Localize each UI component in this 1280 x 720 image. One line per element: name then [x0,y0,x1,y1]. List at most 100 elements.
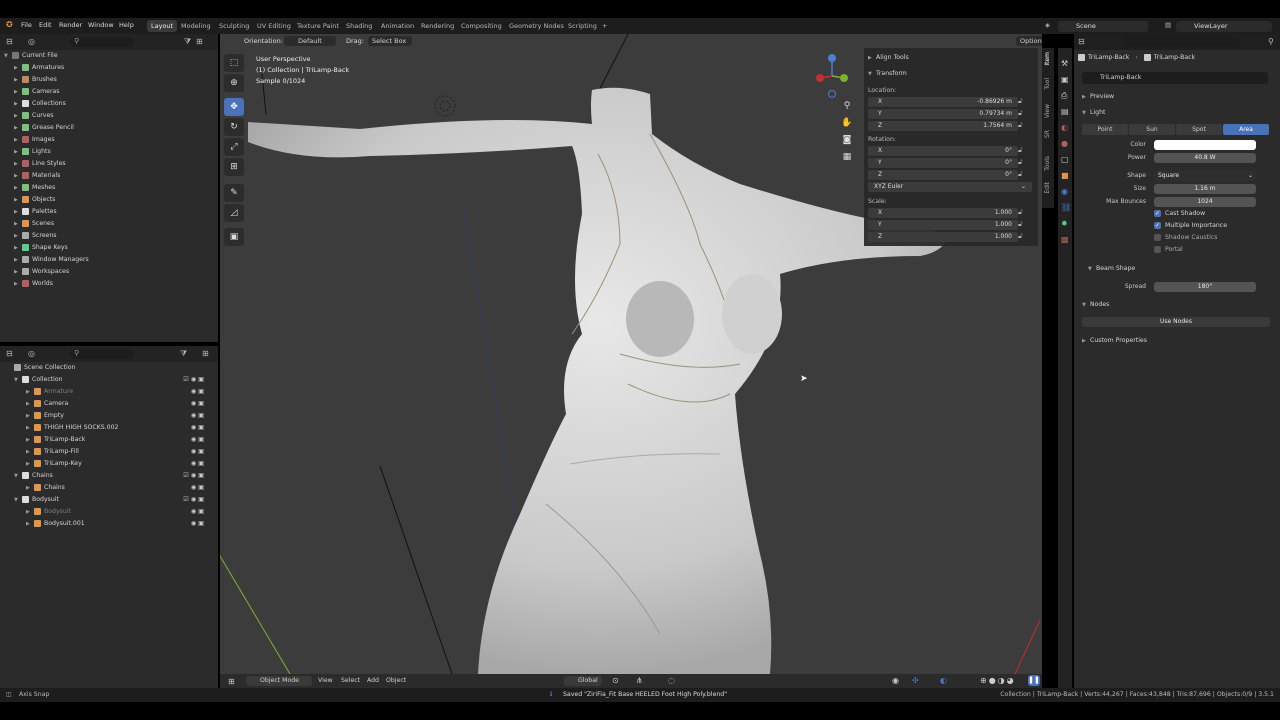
loc-z-field[interactable]: Z 1.7564 m [868,121,1018,131]
collection-properties-icon[interactable]: ▢ [1061,152,1071,168]
tab-shading[interactable]: Shading [342,20,376,32]
size-field[interactable]: 1.16 m [1154,184,1256,194]
outliner-item-screens[interactable]: ▶ Screens [14,230,57,242]
rotate-tool-icon[interactable]: ↻ [224,118,244,136]
expand-icon[interactable]: ▶ [14,278,22,290]
light-data-name-field[interactable]: TriLamp-Back [1082,72,1268,84]
options-dropdown[interactable]: Options [1016,36,1042,46]
outliner-item-worlds[interactable]: ▶ Worlds [14,278,53,290]
expand-icon[interactable]: ▶ [14,134,22,146]
outliner-row-thigh-high-socks-002[interactable]: ▶ THIGH HIGH SOCKS.002 ◉ ▣ [26,422,204,434]
visibility-toggles[interactable]: ◉ ▣ [191,506,204,518]
expand-icon[interactable]: ▶ [14,86,22,98]
power-field[interactable]: 40.8 W [1154,153,1256,163]
preview-panel-header[interactable]: ▶ Preview [1082,91,1114,103]
outliner-row-trilamp-back[interactable]: ▶ TriLamp-Back ◉ ▣ [26,434,204,446]
expand-icon[interactable]: ▶ [26,518,34,530]
outliner-row-camera[interactable]: ▶ Camera ◉ ▣ [26,398,204,410]
outliner-item-collections[interactable]: ▶ Collections [14,98,66,110]
outliner-item-shape-keys[interactable]: ▶ Shape Keys [14,242,68,254]
filter-icon[interactable]: ⧩ [184,37,191,47]
annotate-tool-icon[interactable]: ✎ [224,184,244,202]
overlay-toggle-icon[interactable]: ◐ [940,676,947,685]
visibility-toggles[interactable]: ◉ ▣ [191,386,204,398]
cursor-tool-icon[interactable]: ⊕ [224,74,244,92]
scale-y-field[interactable]: Y 1.000 [868,220,1018,230]
scene-properties-icon[interactable]: ◐ [1061,120,1071,136]
editor-type-icon[interactable]: ⊞ [228,677,235,686]
nodes-panel-header[interactable]: ▼ Nodes [1082,299,1109,311]
expand-icon[interactable]: ▶ [26,434,34,446]
tab-geometry-nodes[interactable]: Geometry Nodes [505,20,568,32]
gizmo-toggle-icon[interactable]: ✣ [912,676,919,685]
scale-z-field[interactable]: Z 1.000 [868,232,1018,242]
add-workspace-button[interactable]: + [598,20,611,32]
proportional-editing-icon[interactable]: ◌ [668,676,675,685]
view-layer-properties-icon[interactable]: ▤ [1061,104,1071,120]
move-tool-icon[interactable]: ✥ [224,98,244,116]
menu-file[interactable]: File [21,21,32,29]
menu-help[interactable]: Help [119,21,134,29]
outliner-item-meshes[interactable]: ▶ Meshes [14,182,55,194]
new-collection-icon[interactable]: ⊞ [202,349,209,358]
expand-icon[interactable]: ▶ [26,386,34,398]
rot-z-field[interactable]: Z 0° [868,170,1018,180]
use-nodes-button[interactable]: Use Nodes [1082,317,1270,327]
menu-add[interactable]: Add [367,677,379,684]
output-properties-icon[interactable]: ⎙ [1061,88,1071,104]
outliner-row-chains[interactable]: ▼ Chains ☑ ◉ ▣ [14,470,204,482]
outliner-item-lights[interactable]: ▶ Lights [14,146,51,158]
drag-dropdown[interactable]: Select Box [368,36,412,46]
outliner-row-bodysuit-001[interactable]: ▶ Bodysuit.001 ◉ ▣ [26,518,204,530]
outliner-item-objects[interactable]: ▶ Objects [14,194,55,206]
menu-render[interactable]: Render [59,21,82,29]
tab-modeling[interactable]: Modeling [177,20,215,32]
outliner-root-current-file[interactable]: ▼ Current File [4,50,58,62]
light-type-area-button[interactable]: Area [1223,124,1269,135]
expand-icon[interactable]: ▶ [14,146,22,158]
light-panel-header[interactable]: ▼ Light [1082,107,1105,119]
blender-logo-icon[interactable]: ✪ [6,20,13,29]
rotation-mode-dropdown[interactable]: XYZ Euler ⌄ [868,182,1032,192]
outliner-row-trilamp-fill[interactable]: ▶ TriLamp-Fill ◉ ▣ [26,446,204,458]
outliner-row-collection[interactable]: ▼ Collection ☑ ◉ ▣ [14,374,204,386]
expand-icon[interactable]: ▶ [14,170,22,182]
menu-edit[interactable]: Edit [39,21,52,29]
tab-uv-editing[interactable]: UV Editing [253,20,295,32]
cast-shadow-checkbox[interactable]: ✓ Cast Shadow [1154,208,1205,220]
max-bounces-field[interactable]: 1024 [1154,197,1256,207]
loc-y-field[interactable]: Y 0.79734 m [868,109,1018,119]
shading-modes[interactable]: ⊕●◑◕ [980,676,1016,685]
outliner-item-line-styles[interactable]: ▶ Line Styles [14,158,66,170]
visibility-toggles[interactable]: ◉ ▣ [191,398,204,410]
beam-shape-subpanel-header[interactable]: ▼ Beam Shape [1088,263,1135,275]
select-box-tool-icon[interactable]: ⬚ [224,54,244,72]
n-tab-sr[interactable]: SR [1044,130,1051,138]
expand-icon[interactable]: ▶ [14,74,22,86]
n-tab-tools[interactable]: Tools [1044,156,1051,171]
scene-collection-row[interactable]: Scene Collection [14,362,75,374]
camera-view-icon[interactable]: ◙ [840,132,854,149]
visibility-toggles[interactable]: ☑ ◉ ▣ [183,374,204,386]
expand-icon[interactable]: ▶ [14,230,22,242]
lock-icon[interactable]: 🔓︎ [1018,220,1023,229]
light-type-spot-button[interactable]: Spot [1176,124,1222,135]
outliner-item-grease-pencil[interactable]: ▶ Grease Pencil [14,122,74,134]
expand-icon[interactable]: ▶ [14,122,22,134]
expand-icon[interactable]: ▶ [14,254,22,266]
render-properties-icon[interactable]: ▣ [1061,72,1071,88]
expand-icon[interactable]: ▶ [26,506,34,518]
grid-icon[interactable]: ▦ [840,149,854,166]
transform-section[interactable]: ▼ Transform [868,68,907,80]
expand-icon[interactable]: ▶ [26,446,34,458]
tab-compositing[interactable]: Compositing [457,20,506,32]
lock-icon[interactable]: 🔓︎ [1018,109,1023,118]
expand-icon[interactable]: ▶ [14,266,22,278]
outliner-item-brushes[interactable]: ▶ Brushes [14,74,57,86]
physics-properties-icon[interactable]: ◉ [1061,184,1071,200]
tool-properties-icon[interactable]: ⚒ [1061,56,1071,72]
rendered-shading-icon[interactable]: ❚❚ [1028,675,1040,686]
shape-dropdown[interactable]: Square ⌄ [1154,171,1256,181]
shadow-caustics-checkbox[interactable]: Shadow Caustics [1154,232,1217,244]
custom-properties-panel-header[interactable]: ▶ Custom Properties [1082,335,1147,347]
